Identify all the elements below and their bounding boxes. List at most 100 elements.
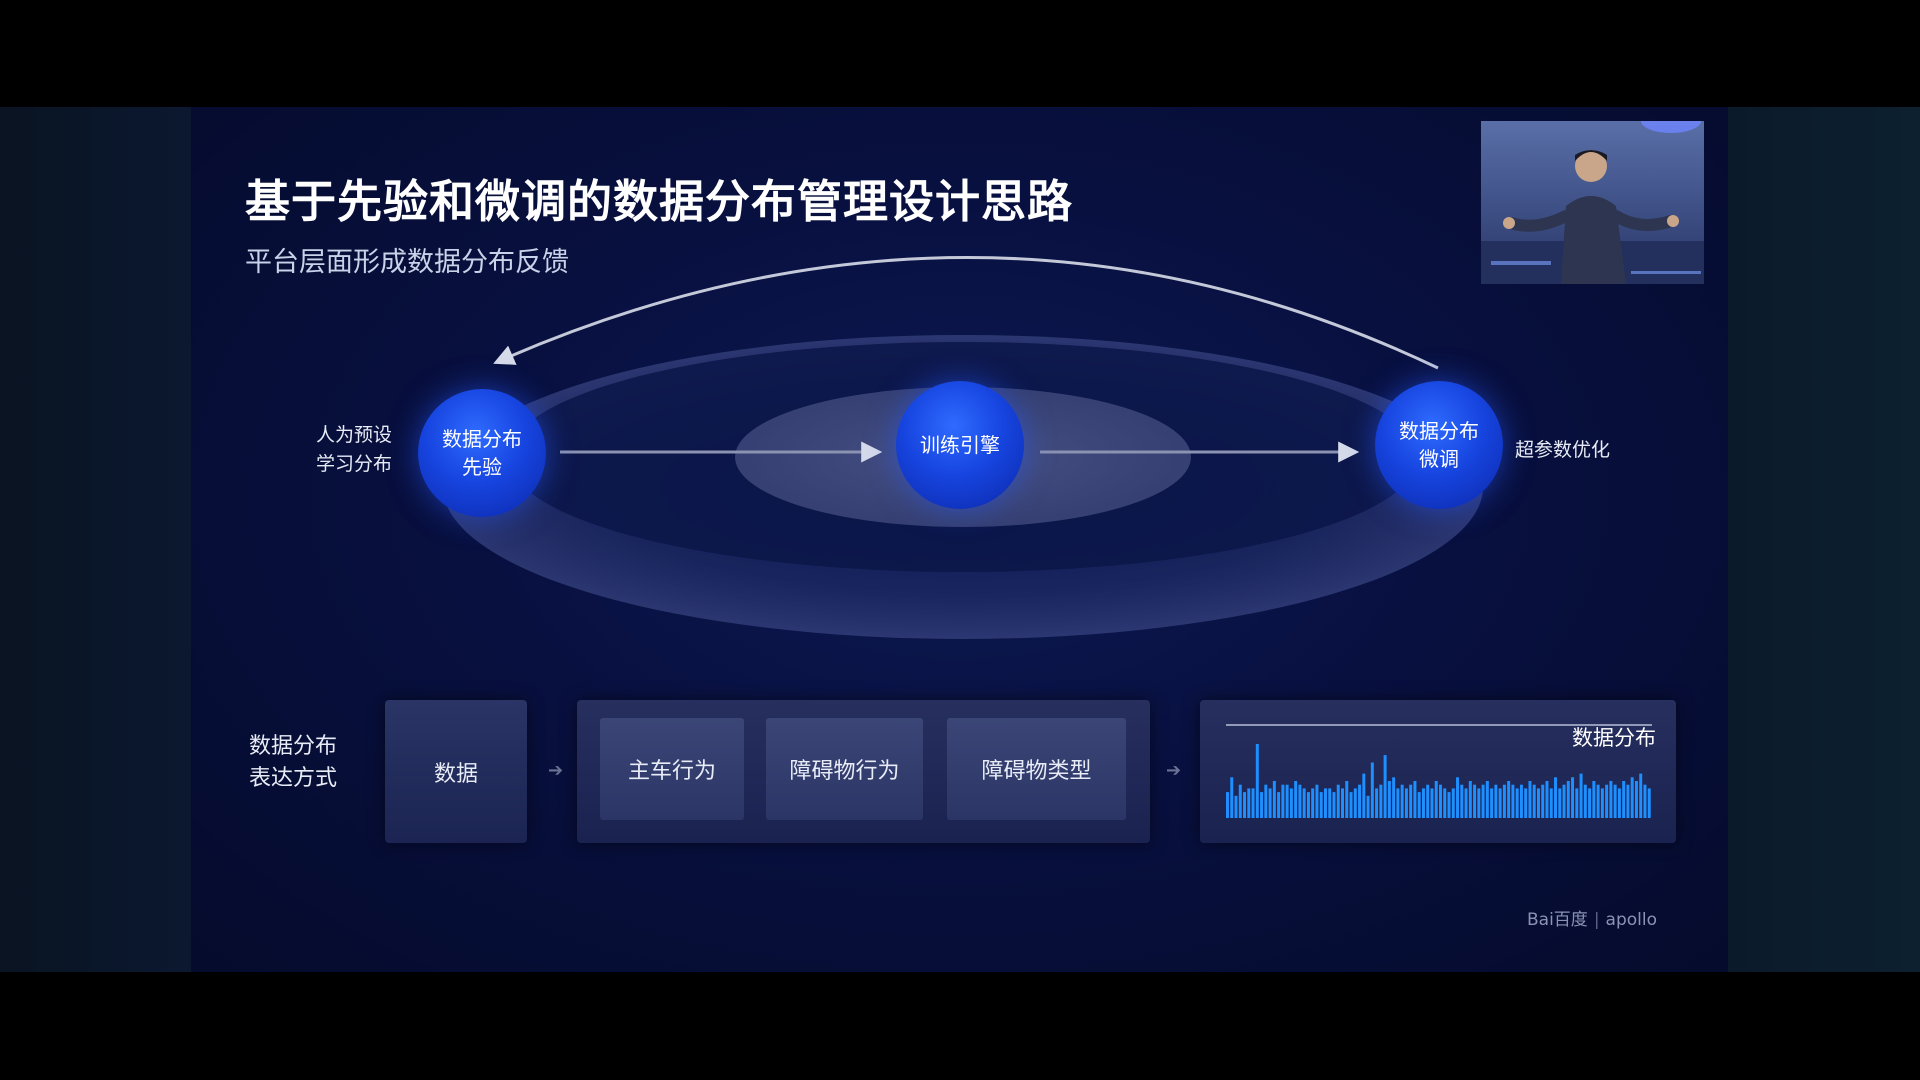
histogram-bar [1260, 792, 1264, 818]
histogram-bar [1387, 781, 1391, 818]
histogram-bar [1643, 784, 1647, 818]
apollo-logo-text: apollo [1605, 910, 1658, 930]
histogram-bar [1541, 784, 1545, 818]
left-side-label: 人为预设 学习分布 [316, 421, 392, 479]
histogram-bar [1323, 788, 1327, 818]
expression-label-line1: 数据分布 [249, 734, 338, 759]
left-label-line1: 人为预设 [316, 424, 393, 446]
histogram-bar [1579, 773, 1583, 818]
baidu-logo-text: Bai百度 [1527, 910, 1588, 930]
histogram-bar [1634, 781, 1638, 818]
node-finetune-line1: 数据分布 [1399, 419, 1479, 443]
histogram-bar [1456, 777, 1460, 818]
histogram-bar [1247, 788, 1251, 818]
histogram-bar [1532, 784, 1536, 818]
histogram-bar [1473, 784, 1477, 818]
histogram-bar [1639, 773, 1643, 818]
histogram-bar [1600, 788, 1604, 818]
histogram-bar [1443, 788, 1447, 818]
histogram-bar [1596, 784, 1600, 818]
histogram-bar [1349, 792, 1353, 818]
histogram-bar [1609, 781, 1613, 818]
histogram-bar [1490, 788, 1494, 818]
histogram-bar [1281, 784, 1285, 818]
histogram-bar [1336, 784, 1340, 818]
histogram-bar [1558, 788, 1562, 818]
histogram-bar [1417, 792, 1421, 818]
histogram-bar [1575, 788, 1579, 818]
histogram-bar [1566, 781, 1570, 818]
right-side-label: 超参数优化 [1515, 439, 1611, 461]
histogram-bar [1341, 788, 1344, 818]
node-prior-line2: 先验 [462, 455, 502, 479]
histogram-bar [1328, 788, 1332, 818]
histogram-bar [1451, 788, 1455, 818]
histogram-bar [1358, 784, 1362, 818]
histogram-bar [1362, 773, 1366, 818]
histogram-bar [1622, 781, 1626, 818]
histogram-bar [1302, 788, 1306, 818]
histogram-bar [1647, 788, 1651, 818]
distribution-title: 数据分布 [1572, 726, 1656, 750]
histogram-bar [1562, 784, 1566, 818]
histogram-bar [1460, 784, 1464, 818]
histogram-bar [1545, 781, 1549, 818]
logo-separator: | [1593, 910, 1600, 930]
histogram-bar [1294, 781, 1298, 818]
node-engine-label: 训练引擎 [920, 433, 1000, 457]
histogram-bar [1238, 784, 1242, 818]
histogram-bar [1502, 784, 1506, 818]
histogram-bar [1298, 784, 1302, 818]
histogram-bar [1383, 755, 1387, 818]
histogram-bar [1413, 781, 1417, 818]
histogram-bar [1230, 777, 1234, 818]
histogram-bar [1485, 781, 1489, 818]
histogram-bar [1536, 788, 1540, 818]
data-box: 数据 [385, 700, 527, 843]
histogram-bar [1468, 781, 1472, 818]
histogram-bar [1226, 792, 1229, 818]
node-prior-line1: 数据分布 [442, 427, 522, 451]
histogram-bar [1519, 784, 1523, 818]
flow-arrow-1: ➔ [548, 760, 564, 781]
expression-row-label: 数据分布 表达方式 [249, 731, 337, 795]
histogram-bar [1268, 788, 1272, 818]
expression-label-line2: 表达方式 [249, 766, 338, 791]
histogram-bar [1396, 788, 1400, 818]
histogram-bar [1554, 777, 1557, 818]
category-obstacle-behavior: 障碍物行为 [766, 718, 923, 820]
baidu-apollo-logo: Bai百度 | apollo [1527, 905, 1657, 930]
histogram-bar [1583, 784, 1587, 818]
histogram-bar [1481, 784, 1485, 818]
left-label-line2: 学习分布 [316, 453, 393, 475]
histogram-bar [1549, 788, 1553, 818]
category-ego-vehicle-behavior: 主车行为 [600, 718, 744, 820]
histogram-bar [1511, 784, 1515, 818]
histogram-bar [1421, 788, 1425, 818]
histogram-bar [1251, 788, 1255, 818]
histogram-bar [1277, 792, 1281, 818]
histogram-bar [1375, 788, 1379, 818]
histogram-bar [1426, 784, 1430, 818]
node-finetune-line2: 微调 [1419, 447, 1459, 471]
histogram-bar [1630, 777, 1634, 818]
histogram-bar [1366, 795, 1370, 818]
histogram-bar [1379, 784, 1383, 818]
histogram-bar [1272, 781, 1276, 818]
histogram-bar [1430, 788, 1434, 818]
histogram-bar [1400, 784, 1404, 818]
histogram-bar [1528, 781, 1532, 818]
histogram-bar [1306, 792, 1310, 818]
histogram-bar [1477, 788, 1481, 818]
histogram-bar [1392, 777, 1396, 818]
histogram-bar [1234, 795, 1238, 818]
node-data-prior: 数据分布 先验 [418, 389, 546, 517]
histogram-bar [1515, 788, 1519, 818]
histogram-bar [1332, 792, 1336, 818]
category-obstacle-type: 障碍物类型 [947, 718, 1126, 820]
histogram-bar [1315, 784, 1319, 818]
histogram-bar [1447, 792, 1451, 818]
histogram-bar [1353, 788, 1357, 818]
histogram-bar [1243, 792, 1247, 818]
histogram-bar [1285, 784, 1289, 818]
